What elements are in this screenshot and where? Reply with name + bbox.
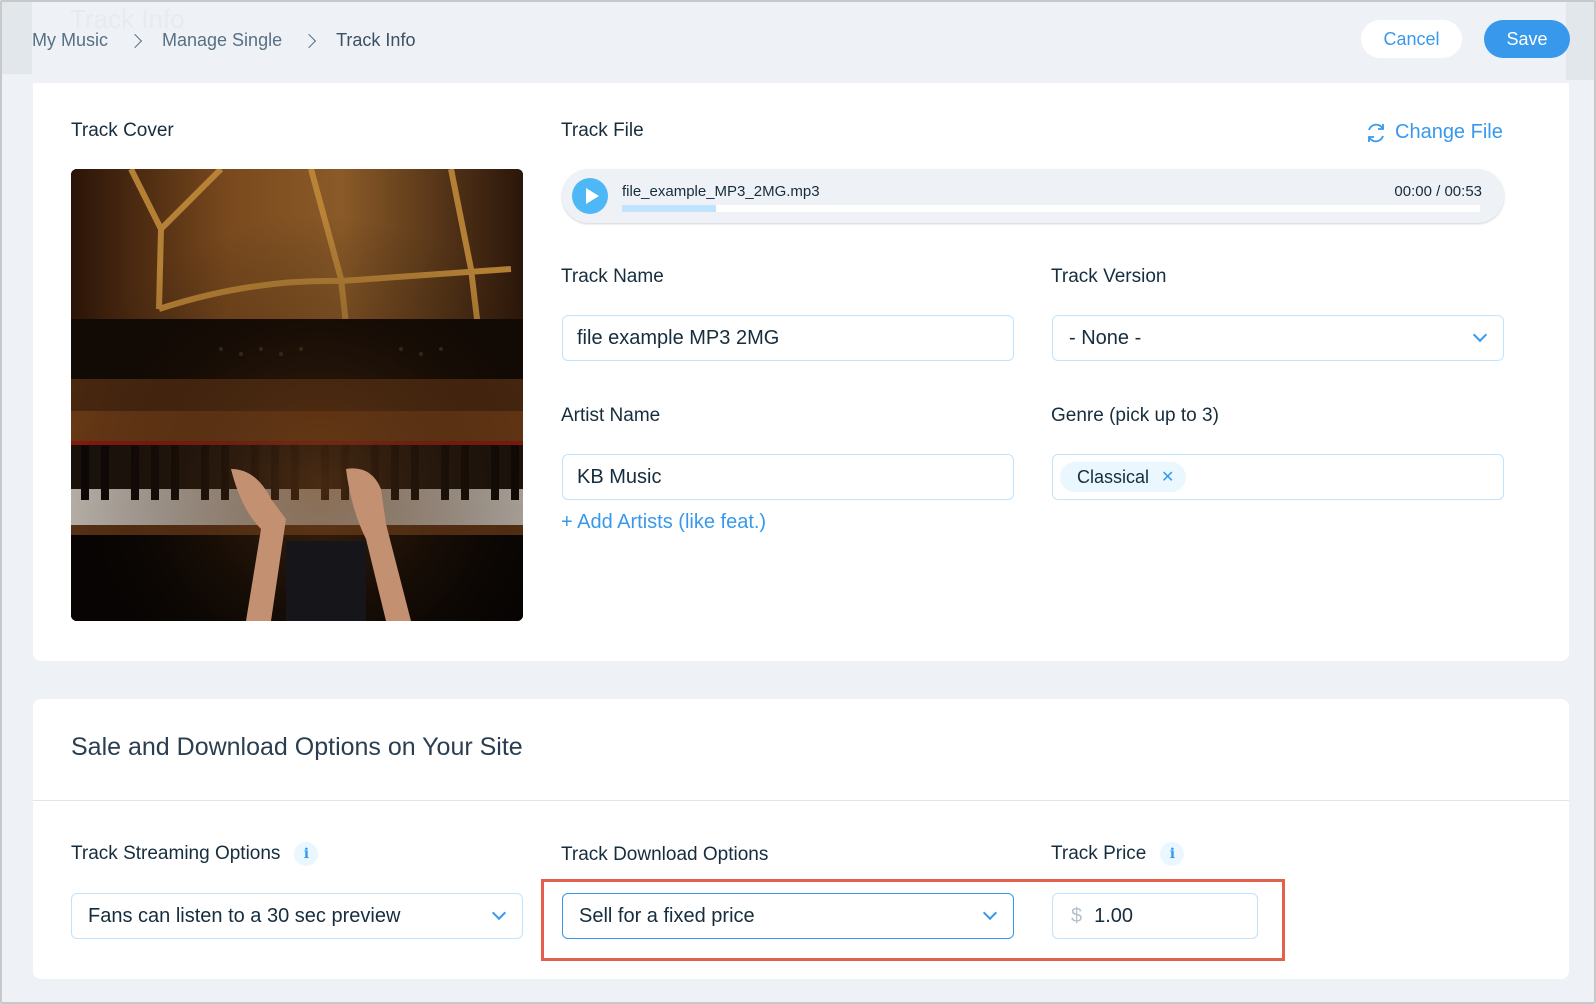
genre-tag-label: Classical — [1077, 466, 1150, 487]
audio-player: file_example_MP3_2MG.mp3 00:00 / 00:53 — [562, 169, 1504, 223]
streaming-options-label-row: Track Streaming Options i — [71, 842, 319, 866]
track-name-label: Track Name — [561, 266, 664, 287]
artist-name-input[interactable]: KB Music — [562, 454, 1014, 500]
chevron-right-icon — [304, 32, 314, 50]
audio-file-name: file_example_MP3_2MG.mp3 — [622, 183, 820, 200]
breadcrumb-track-info: Track Info — [336, 30, 416, 50]
download-options-label: Track Download Options — [561, 844, 769, 865]
track-details-card: Track Cover Track File Change File file_… — [33, 83, 1569, 661]
remove-tag-icon[interactable]: ✕ — [1161, 467, 1174, 487]
app-window: Track Info My Music Manage Single Track … — [0, 0, 1596, 1004]
track-version-select[interactable]: - None - — [1052, 315, 1504, 361]
chevron-down-icon — [982, 905, 998, 921]
chevron-down-icon — [1472, 327, 1488, 343]
chevron-right-icon — [130, 32, 140, 50]
piano-photo — [71, 169, 523, 621]
info-icon[interactable]: i — [294, 842, 319, 866]
save-button[interactable]: Save — [1484, 20, 1570, 58]
track-name-input[interactable]: file example MP3 2MG — [562, 315, 1014, 361]
streaming-options-label: Track Streaming Options — [71, 843, 281, 865]
download-options-value: Sell for a fixed price — [579, 904, 755, 927]
refresh-icon — [1368, 123, 1384, 142]
scrollbar-track[interactable] — [1566, 2, 1594, 80]
breadcrumb-manage-single[interactable]: Manage Single — [162, 30, 282, 51]
track-version-label: Track Version — [1051, 266, 1167, 287]
track-price-input[interactable]: $ 1.00 — [1052, 893, 1258, 939]
artist-name-label: Artist Name — [561, 405, 661, 426]
track-price-label-row: Track Price i — [1051, 842, 1185, 866]
sale-options-card: Sale and Download Options on Your Site T… — [33, 699, 1569, 979]
streaming-options-value: Fans can listen to a 30 sec preview — [88, 904, 401, 927]
genre-tag-input[interactable]: Classical ✕ — [1052, 454, 1504, 500]
audio-time: 00:00 / 00:53 — [1394, 183, 1482, 200]
info-icon[interactable]: i — [1160, 842, 1185, 866]
play-icon[interactable] — [572, 178, 608, 214]
track-cover-label: Track Cover — [71, 120, 174, 141]
chevron-down-icon — [491, 905, 507, 921]
download-options-select[interactable]: Sell for a fixed price — [562, 893, 1014, 939]
breadcrumb-my-music[interactable]: My Music — [32, 30, 108, 51]
audio-progress-bar[interactable] — [622, 205, 1480, 212]
genre-label: Genre (pick up to 3) — [1051, 405, 1219, 426]
track-price-label: Track Price — [1051, 843, 1147, 865]
section-divider — [33, 800, 1569, 801]
sale-options-title: Sale and Download Options on Your Site — [71, 733, 523, 761]
currency-symbol: $ — [1071, 904, 1083, 927]
genre-tag: Classical ✕ — [1060, 462, 1187, 492]
breadcrumb: My Music Manage Single Track Info — [32, 30, 415, 51]
change-file-link[interactable]: Change File — [1365, 121, 1503, 144]
track-file-label: Track File — [561, 120, 644, 141]
track-cover-image[interactable] — [71, 169, 523, 621]
cancel-button[interactable]: Cancel — [1361, 20, 1462, 58]
left-gutter — [2, 2, 32, 74]
streaming-options-select[interactable]: Fans can listen to a 30 sec preview — [71, 893, 523, 939]
change-file-label: Change File — [1395, 121, 1503, 143]
audio-progress-fill — [622, 205, 717, 212]
add-artists-link[interactable]: + Add Artists (like feat.) — [561, 511, 766, 534]
track-price-value: 1.00 — [1094, 904, 1134, 927]
track-version-value: - None - — [1069, 326, 1142, 349]
